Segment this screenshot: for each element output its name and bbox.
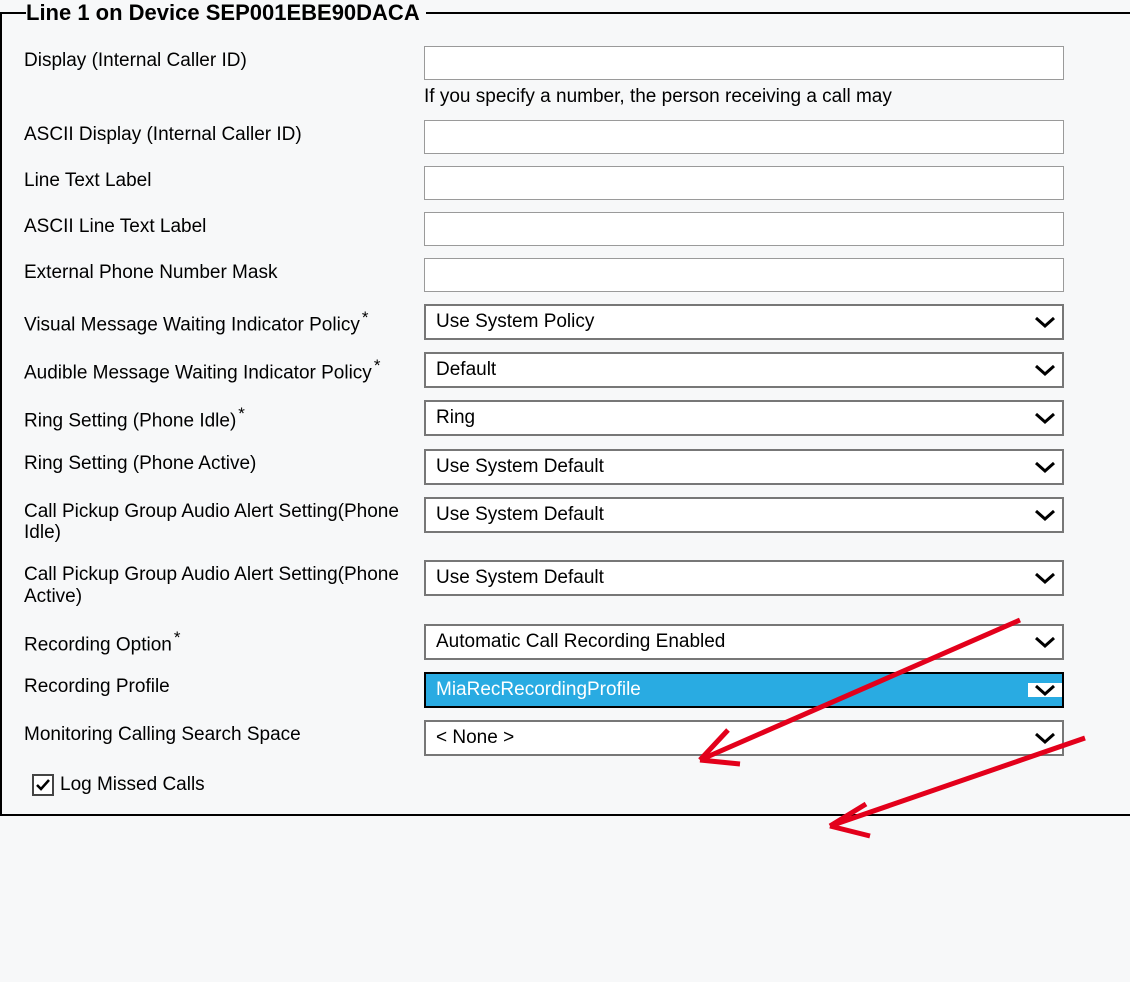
chevron-down-icon (1028, 460, 1062, 474)
chevron-down-icon (1028, 571, 1062, 585)
select-vm-waiting-policy[interactable]: Use System Policy (424, 304, 1064, 340)
select-recording-profile[interactable]: MiaRecRecordingProfile (424, 672, 1064, 708)
select-monitoring-css[interactable]: < None > (424, 720, 1064, 756)
chevron-down-icon (1028, 411, 1062, 425)
row-ring-active: Ring Setting (Phone Active) Use System D… (24, 449, 1130, 485)
required-icon: * (362, 308, 369, 327)
input-ascii-display-caller-id[interactable] (424, 120, 1064, 154)
checkbox-log-missed-calls[interactable] (32, 774, 54, 796)
section-legend: Line 1 on Device SEP001EBE90DACA (26, 0, 426, 26)
label-recording-option: Recording Option* (24, 624, 424, 660)
label-line-text-label: Line Text Label (24, 166, 424, 196)
input-ascii-line-text-label[interactable] (424, 212, 1064, 246)
row-recording-profile: Recording Profile MiaRecRecordingProfile (24, 672, 1130, 708)
select-ring-idle[interactable]: Ring (424, 400, 1064, 436)
chevron-down-icon (1028, 683, 1062, 697)
label-text-recording-option: Recording Option (24, 634, 172, 655)
label-pickup-alert-active: Call Pickup Group Audio Alert Setting(Ph… (24, 560, 424, 612)
select-text-recording-profile: MiaRecRecordingProfile (426, 679, 1028, 701)
label-text-am-waiting-policy: Audible Message Waiting Indicator Policy (24, 363, 372, 384)
row-monitoring-css: Monitoring Calling Search Space < None > (24, 720, 1130, 756)
select-pickup-alert-active[interactable]: Use System Default (424, 560, 1064, 596)
chevron-down-icon (1028, 363, 1062, 377)
select-recording-option[interactable]: Automatic Call Recording Enabled (424, 624, 1064, 660)
chevron-down-icon (1028, 635, 1062, 649)
label-text-vm-waiting-policy: Visual Message Waiting Indicator Policy (24, 314, 360, 335)
help-display-caller-id: If you specify a number, the person rece… (424, 86, 1130, 108)
chevron-down-icon (1028, 315, 1062, 329)
select-text-recording-option: Automatic Call Recording Enabled (426, 631, 1028, 653)
row-am-waiting-policy: Audible Message Waiting Indicator Policy… (24, 352, 1130, 388)
label-ring-idle: Ring Setting (Phone Idle)* (24, 400, 424, 436)
check-icon (35, 777, 51, 793)
select-text-pickup-alert-idle: Use System Default (426, 504, 1028, 526)
label-pickup-alert-idle: Call Pickup Group Audio Alert Setting(Ph… (24, 497, 424, 549)
required-icon: * (174, 628, 181, 647)
row-pickup-alert-active: Call Pickup Group Audio Alert Setting(Ph… (24, 560, 1130, 612)
row-ring-idle: Ring Setting (Phone Idle)* Ring (24, 400, 1130, 436)
select-pickup-alert-idle[interactable]: Use System Default (424, 497, 1064, 533)
label-ring-active: Ring Setting (Phone Active) (24, 449, 424, 479)
row-ascii-line-text-label: ASCII Line Text Label (24, 212, 1130, 246)
select-text-monitoring-css: < None > (426, 727, 1028, 749)
select-text-ring-active: Use System Default (426, 456, 1028, 478)
label-monitoring-css: Monitoring Calling Search Space (24, 720, 424, 750)
select-text-pickup-alert-active: Use System Default (426, 567, 1028, 589)
select-text-ring-idle: Ring (426, 407, 1028, 429)
select-ring-active[interactable]: Use System Default (424, 449, 1064, 485)
select-text-am-waiting-policy: Default (426, 359, 1028, 381)
row-recording-option: Recording Option* Automatic Call Recordi… (24, 624, 1130, 660)
label-text-ring-idle: Ring Setting (Phone Idle) (24, 411, 236, 432)
input-external-phone-mask[interactable] (424, 258, 1064, 292)
input-line-text-label[interactable] (424, 166, 1064, 200)
label-display-caller-id: Display (Internal Caller ID) (24, 46, 424, 76)
label-vm-waiting-policy: Visual Message Waiting Indicator Policy* (24, 304, 424, 340)
required-icon: * (374, 356, 381, 375)
required-icon: * (238, 404, 245, 423)
chevron-down-icon (1028, 508, 1062, 522)
select-text-vm-waiting-policy: Use System Policy (426, 311, 1028, 333)
label-am-waiting-policy: Audible Message Waiting Indicator Policy… (24, 352, 424, 388)
row-display-caller-id: Display (Internal Caller ID) If you spec… (24, 46, 1130, 108)
label-ascii-display-caller-id: ASCII Display (Internal Caller ID) (24, 120, 424, 150)
label-ascii-line-text-label: ASCII Line Text Label (24, 212, 424, 242)
label-recording-profile: Recording Profile (24, 672, 424, 702)
line-device-section: Line 1 on Device SEP001EBE90DACA Display… (0, 0, 1130, 816)
input-display-caller-id[interactable] (424, 46, 1064, 80)
row-pickup-alert-idle: Call Pickup Group Audio Alert Setting(Ph… (24, 497, 1130, 549)
row-log-missed-calls: Log Missed Calls (32, 774, 1130, 796)
row-vm-waiting-policy: Visual Message Waiting Indicator Policy*… (24, 304, 1130, 340)
row-external-phone-mask: External Phone Number Mask (24, 258, 1130, 292)
label-log-missed-calls: Log Missed Calls (60, 774, 205, 796)
label-external-phone-mask: External Phone Number Mask (24, 258, 424, 288)
select-am-waiting-policy[interactable]: Default (424, 352, 1064, 388)
row-ascii-display-caller-id: ASCII Display (Internal Caller ID) (24, 120, 1130, 154)
row-line-text-label: Line Text Label (24, 166, 1130, 200)
chevron-down-icon (1028, 731, 1062, 745)
